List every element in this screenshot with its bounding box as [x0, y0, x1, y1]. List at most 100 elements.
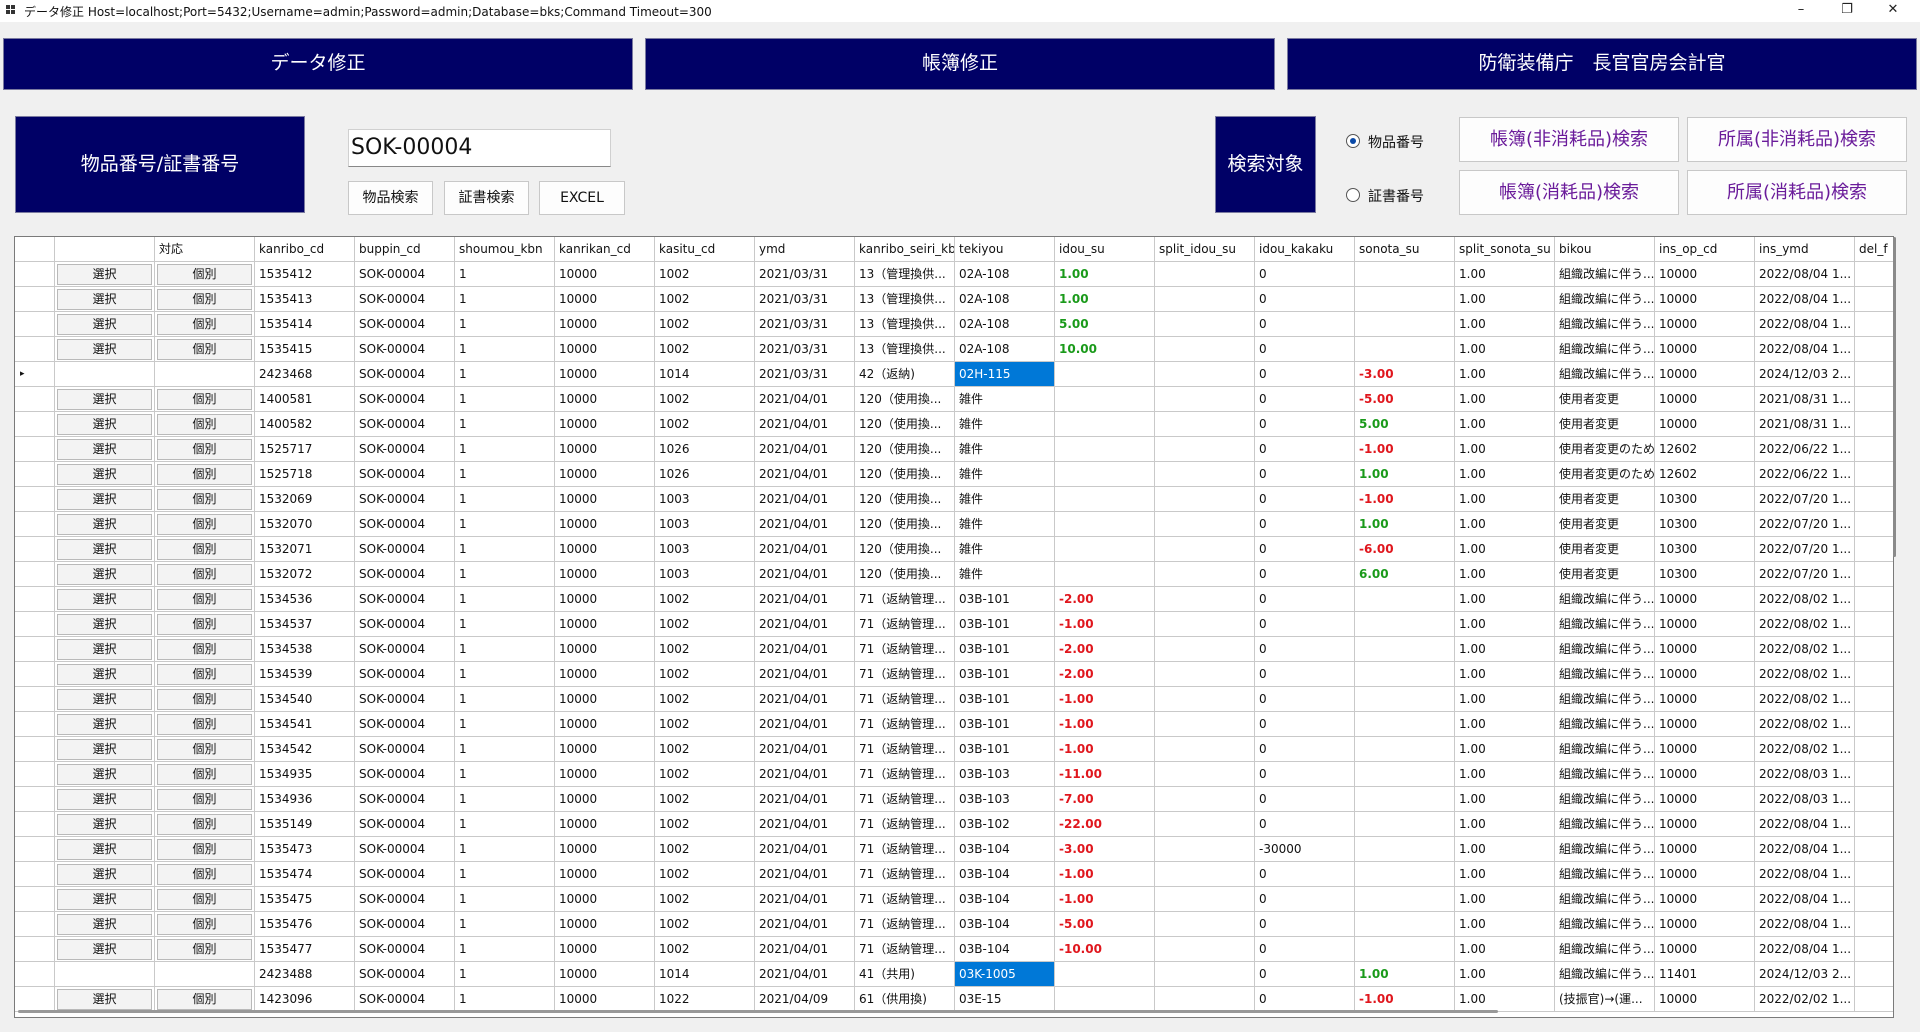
cell-buppin-cd[interactable]: SOK-00004: [355, 887, 455, 912]
select-button[interactable]: 選択: [57, 539, 152, 560]
cell-sonota-su[interactable]: -6.00: [1355, 537, 1455, 562]
cell-ins-ymd[interactable]: 2022/08/04 1...: [1755, 312, 1855, 337]
individual-button[interactable]: 個別: [157, 839, 252, 860]
cell-kanribo-cd[interactable]: 1534539: [255, 662, 355, 687]
table-row[interactable]: 選択 個別 1532072 SOK-00004 1 10000 1003 2021/04/01…: [15, 562, 1893, 587]
cell-idou-kakaku[interactable]: 0: [1255, 762, 1355, 787]
cell-kanribo-cd[interactable]: 1534540: [255, 687, 355, 712]
cell-tekiyou[interactable]: 03B-101: [955, 737, 1055, 762]
cell-split-sonota-su[interactable]: 1.00: [1455, 687, 1555, 712]
cell-kasitu-cd[interactable]: 1002: [655, 937, 755, 962]
cell-tekiyou[interactable]: 雑件: [955, 437, 1055, 462]
cell-del-f[interactable]: [1855, 637, 1893, 662]
cell-kasitu-cd[interactable]: 1002: [655, 887, 755, 912]
ledger-consumable-search-button[interactable]: 帳簿(消耗品)検索: [1459, 170, 1679, 215]
cell-del-f[interactable]: [1855, 662, 1893, 687]
cell-kanrikan-cd[interactable]: 10000: [555, 337, 655, 362]
cell-kasitu-cd[interactable]: 1002: [655, 312, 755, 337]
cell-buppin-cd[interactable]: SOK-00004: [355, 662, 455, 687]
cell-shoumou-kbn[interactable]: 1: [455, 887, 555, 912]
cell-ymd[interactable]: 2021/04/09: [755, 987, 855, 1012]
table-row[interactable]: 選択 個別 1535415 SOK-00004 1 10000 1002 2021/03/31…: [15, 337, 1893, 362]
cell-split-idou-su[interactable]: [1155, 362, 1255, 387]
cell-kanrikan-cd[interactable]: 10000: [555, 262, 655, 287]
cell-kasitu-cd[interactable]: 1002: [655, 637, 755, 662]
cell-shoumou-kbn[interactable]: 1: [455, 912, 555, 937]
cell-del-f[interactable]: [1855, 387, 1893, 412]
cell-sonota-su[interactable]: -1.00: [1355, 487, 1455, 512]
data-grid[interactable]: 対応 kanribo_cd buppin_cd shoumou_kbn kanrikan…: [14, 236, 1894, 1018]
cell-ins-op-cd[interactable]: 10300: [1655, 537, 1755, 562]
cell-taiou[interactable]: 個別: [155, 612, 255, 637]
cell-ins-ymd[interactable]: 2022/07/20 1...: [1755, 537, 1855, 562]
select-button[interactable]: 選択: [57, 664, 152, 685]
cell-del-f[interactable]: [1855, 737, 1893, 762]
cell-idou-kakaku[interactable]: -30000: [1255, 837, 1355, 862]
cell-select[interactable]: 選択: [55, 887, 155, 912]
row-header-cell[interactable]: [15, 562, 55, 587]
individual-button[interactable]: 個別: [157, 914, 252, 935]
cell-kanribo-seiri-kbn[interactable]: 13（管理換供...: [855, 287, 955, 312]
cell-ymd[interactable]: 2021/04/01: [755, 437, 855, 462]
cell-ins-ymd[interactable]: 2022/08/02 1...: [1755, 662, 1855, 687]
select-button[interactable]: 選択: [57, 464, 152, 485]
cell-tekiyou[interactable]: 03E-15: [955, 987, 1055, 1012]
table-row[interactable]: 選択 個別 1423096 SOK-00004 1 10000 1022 2021/04/09…: [15, 987, 1893, 1012]
cell-select[interactable]: 選択: [55, 862, 155, 887]
cell-kanrikan-cd[interactable]: 10000: [555, 762, 655, 787]
cell-split-idou-su[interactable]: [1155, 687, 1255, 712]
cell-del-f[interactable]: [1855, 912, 1893, 937]
maximize-button[interactable]: ❐: [1824, 0, 1870, 22]
table-row[interactable]: 選択 個別 1535413 SOK-00004 1 10000 1002 2021/03/31…: [15, 287, 1893, 312]
column-header-kanribo-cd[interactable]: kanribo_cd: [255, 237, 355, 262]
cell-kasitu-cd[interactable]: 1026: [655, 462, 755, 487]
cell-bikou[interactable]: 使用者変更: [1555, 487, 1655, 512]
cell-buppin-cd[interactable]: SOK-00004: [355, 312, 455, 337]
cell-split-idou-su[interactable]: [1155, 712, 1255, 737]
cell-split-idou-su[interactable]: [1155, 637, 1255, 662]
individual-button[interactable]: 個別: [157, 664, 252, 685]
cell-kanrikan-cd[interactable]: 10000: [555, 787, 655, 812]
cell-taiou[interactable]: 個別: [155, 287, 255, 312]
cell-ins-ymd[interactable]: 2022/08/04 1...: [1755, 337, 1855, 362]
cell-ins-op-cd[interactable]: 10000: [1655, 362, 1755, 387]
table-row[interactable]: 選択 個別 1534935 SOK-00004 1 10000 1002 2021/04/01…: [15, 762, 1893, 787]
cell-idou-su[interactable]: -3.00: [1055, 837, 1155, 862]
cell-kanribo-cd[interactable]: 1535149: [255, 812, 355, 837]
cell-bikou[interactable]: 組織改編に伴う...: [1555, 687, 1655, 712]
cell-ymd[interactable]: 2021/03/31: [755, 262, 855, 287]
cell-ymd[interactable]: 2021/04/01: [755, 762, 855, 787]
cell-shoumou-kbn[interactable]: 1: [455, 662, 555, 687]
cell-buppin-cd[interactable]: SOK-00004: [355, 962, 455, 987]
cell-bikou[interactable]: 使用者変更のため: [1555, 437, 1655, 462]
cell-kasitu-cd[interactable]: 1022: [655, 987, 755, 1012]
cell-kanribo-seiri-kbn[interactable]: 120（使用換...: [855, 387, 955, 412]
radio-item-number[interactable]: [1346, 134, 1360, 148]
cell-ins-op-cd[interactable]: 10000: [1655, 612, 1755, 637]
cell-select[interactable]: [55, 362, 155, 387]
cell-ymd[interactable]: 2021/04/01: [755, 612, 855, 637]
cell-tekiyou[interactable]: 02A-108: [955, 337, 1055, 362]
cell-buppin-cd[interactable]: SOK-00004: [355, 837, 455, 862]
cell-kanribo-seiri-kbn[interactable]: 120（使用換...: [855, 487, 955, 512]
cell-ins-ymd[interactable]: 2022/08/04 1...: [1755, 862, 1855, 887]
cell-idou-su[interactable]: -5.00: [1055, 912, 1155, 937]
cell-ymd[interactable]: 2021/04/01: [755, 462, 855, 487]
row-header-cell[interactable]: [15, 912, 55, 937]
cell-sonota-su[interactable]: [1355, 912, 1455, 937]
cell-bikou[interactable]: 組織改編に伴う...: [1555, 837, 1655, 862]
cell-idou-su[interactable]: 5.00: [1055, 312, 1155, 337]
cell-kanribo-seiri-kbn[interactable]: 71（返納管理...: [855, 787, 955, 812]
table-row[interactable]: 選択 個別 1534538 SOK-00004 1 10000 1002 2021/04/01…: [15, 637, 1893, 662]
cell-tekiyou[interactable]: 03B-104: [955, 862, 1055, 887]
cell-kasitu-cd[interactable]: 1002: [655, 762, 755, 787]
cell-kanrikan-cd[interactable]: 10000: [555, 437, 655, 462]
cell-idou-su[interactable]: [1055, 962, 1155, 987]
cell-buppin-cd[interactable]: SOK-00004: [355, 287, 455, 312]
cell-tekiyou[interactable]: 03B-101: [955, 662, 1055, 687]
cell-tekiyou[interactable]: 02A-108: [955, 287, 1055, 312]
individual-button[interactable]: 個別: [157, 714, 252, 735]
cell-kanrikan-cd[interactable]: 10000: [555, 662, 655, 687]
cell-ymd[interactable]: 2021/03/31: [755, 287, 855, 312]
cell-idou-kakaku[interactable]: 0: [1255, 937, 1355, 962]
